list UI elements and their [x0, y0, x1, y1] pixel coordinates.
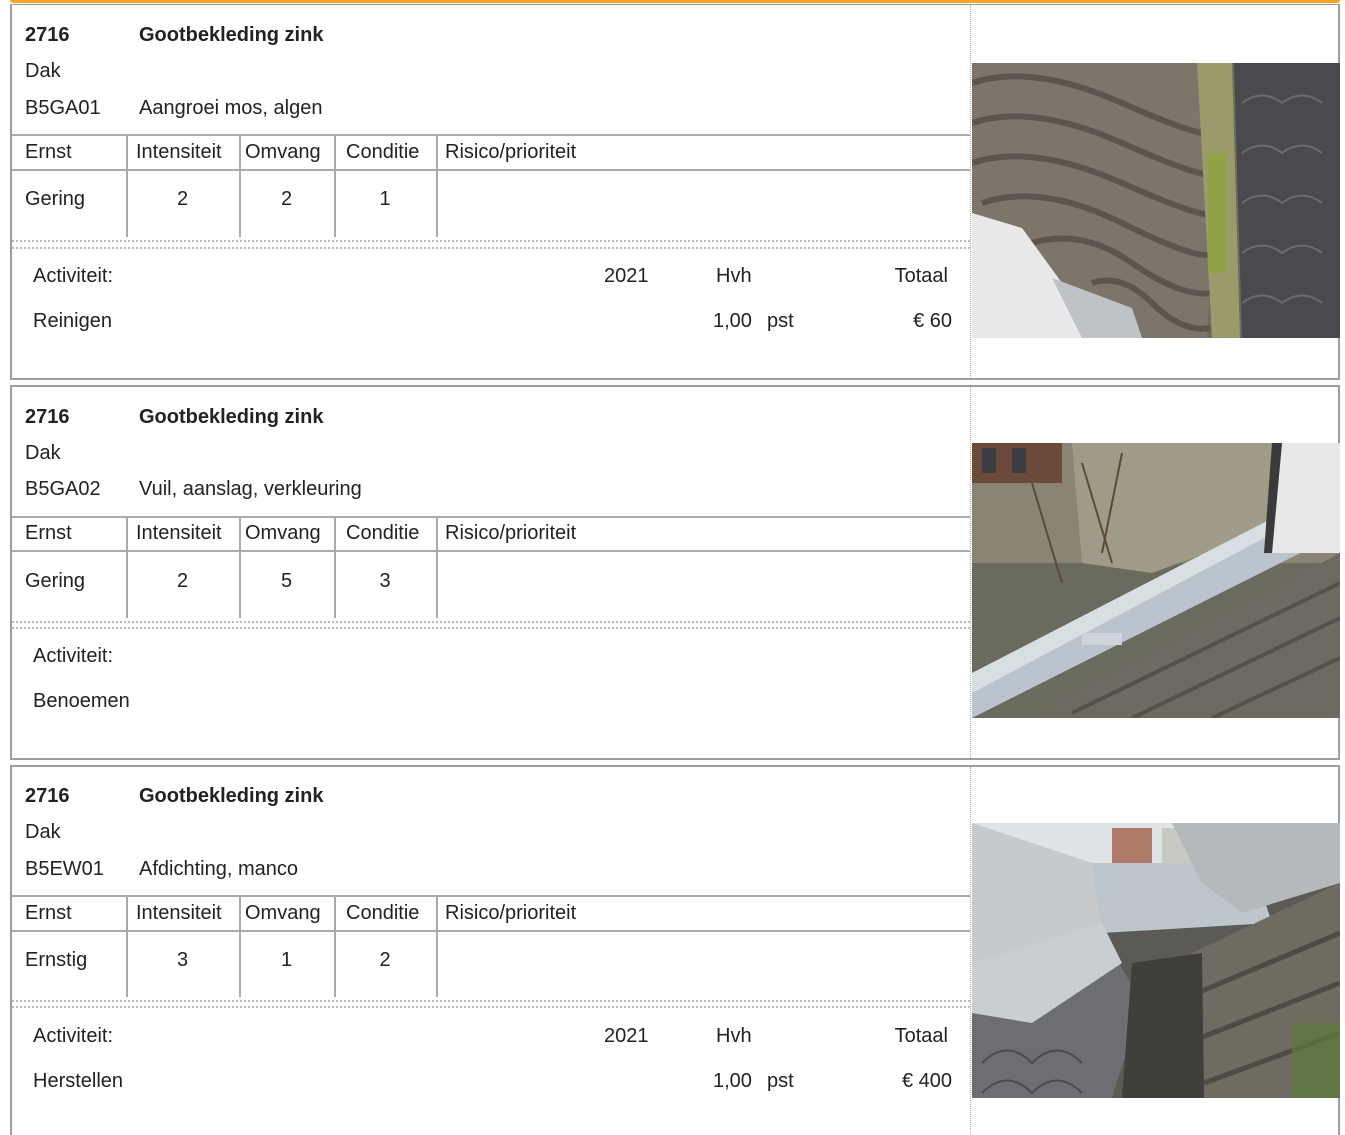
conditie-value: 1 — [379, 188, 391, 210]
amount: € 400 — [901, 1070, 952, 1092]
unit: pst — [767, 1070, 794, 1092]
defect-description: Vuil, aanslag, verkleuring — [139, 478, 362, 500]
header-omvang: Omvang — [245, 522, 321, 544]
activity-label: Activiteit: — [33, 645, 114, 667]
dotted-divider — [12, 621, 970, 623]
dotted-divider — [12, 627, 970, 629]
divider — [12, 930, 970, 932]
activity-label: Activiteit: — [33, 1025, 114, 1047]
header-risico: Risico/prioriteit — [445, 902, 577, 924]
defect-description: Aangroei mos, algen — [139, 97, 323, 119]
dotted-divider — [12, 1000, 970, 1002]
col-line — [436, 895, 438, 997]
divider — [12, 134, 970, 136]
column-separator — [970, 387, 971, 758]
dotted-divider — [12, 1006, 970, 1008]
col-line — [239, 134, 241, 237]
col-line — [334, 516, 336, 618]
hvh-label: Hvh — [716, 1025, 752, 1047]
location: Dak — [25, 60, 61, 82]
divider — [12, 169, 970, 171]
element-title: Gootbekleding zink — [139, 785, 324, 807]
defect-code: B5EW01 — [25, 858, 104, 880]
element-title: Gootbekleding zink — [139, 406, 324, 428]
header-ernst: Ernst — [25, 522, 72, 544]
ernst-value: Gering — [25, 570, 86, 592]
col-line — [126, 134, 128, 237]
column-separator — [970, 5, 971, 378]
amount: € 60 — [913, 310, 952, 332]
header-intensiteit: Intensiteit — [136, 141, 222, 163]
divider — [12, 550, 970, 552]
unit: pst — [767, 310, 794, 332]
element-title: Gootbekleding zink — [139, 24, 324, 46]
activity: Reinigen — [33, 310, 112, 332]
column-separator — [970, 767, 971, 1135]
header-ernst: Ernst — [25, 141, 72, 163]
element-code: 2716 — [25, 24, 70, 46]
top-accent-bar — [10, 0, 1340, 3]
col-line — [239, 895, 241, 997]
ernst-value: Ernstig — [25, 949, 88, 971]
header-conditie: Conditie — [346, 141, 420, 163]
year: 2021 — [604, 1025, 649, 1047]
ernst-value: Gering — [25, 188, 86, 210]
col-line — [239, 516, 241, 618]
col-line — [126, 895, 128, 997]
col-line — [436, 516, 438, 618]
inspection-card-1: 2716 Gootbekleding zink Dak B5GA01 Aangr… — [10, 4, 1340, 380]
defect-code: B5GA01 — [25, 97, 101, 119]
zinc-flashing-photo-icon — [972, 823, 1340, 1098]
divider — [12, 895, 970, 897]
location: Dak — [25, 821, 61, 843]
quantity: 1,00 — [713, 1070, 752, 1092]
total-label: Totaal — [894, 1025, 948, 1047]
header-conditie: Conditie — [346, 522, 420, 544]
dotted-divider — [12, 247, 970, 249]
location: Dak — [25, 442, 61, 464]
col-line — [334, 134, 336, 237]
col-line — [126, 516, 128, 618]
total-label: Totaal — [894, 265, 948, 287]
header-ernst: Ernst — [25, 902, 72, 924]
omvang-value: 2 — [280, 188, 293, 210]
col-line — [334, 895, 336, 997]
hvh-label: Hvh — [716, 265, 752, 287]
gutter-street-photo-icon — [972, 443, 1340, 718]
inspection-card-3: 2716 Gootbekleding zink Dak B5EW01 Afdic… — [10, 765, 1340, 1135]
element-code: 2716 — [25, 785, 70, 807]
omvang-value: 5 — [280, 570, 293, 592]
defect-code: B5GA02 — [25, 478, 101, 500]
header-intensiteit: Intensiteit — [136, 522, 222, 544]
activity: Benoemen — [33, 690, 130, 712]
conditie-value: 3 — [379, 570, 391, 592]
divider — [12, 516, 970, 518]
header-omvang: Omvang — [245, 902, 321, 924]
year: 2021 — [604, 265, 649, 287]
header-risico: Risico/prioriteit — [445, 141, 577, 163]
header-omvang: Omvang — [245, 141, 321, 163]
activity-label: Activiteit: — [33, 265, 114, 287]
gutter-moss-photo-icon — [972, 63, 1340, 338]
header-risico: Risico/prioriteit — [445, 522, 577, 544]
conditie-value: 2 — [379, 949, 391, 971]
intensiteit-value: 2 — [176, 188, 189, 210]
activity: Herstellen — [33, 1070, 124, 1092]
defect-description: Afdichting, manco — [139, 858, 298, 880]
quantity: 1,00 — [713, 310, 752, 332]
inspection-card-2: 2716 Gootbekleding zink Dak B5GA02 Vuil,… — [10, 385, 1340, 760]
col-line — [436, 134, 438, 237]
header-conditie: Conditie — [346, 902, 420, 924]
intensiteit-value: 2 — [176, 570, 189, 592]
header-intensiteit: Intensiteit — [136, 902, 222, 924]
intensiteit-value: 3 — [176, 949, 189, 971]
element-code: 2716 — [25, 406, 70, 428]
omvang-value: 1 — [280, 949, 293, 971]
dotted-divider — [12, 240, 970, 242]
